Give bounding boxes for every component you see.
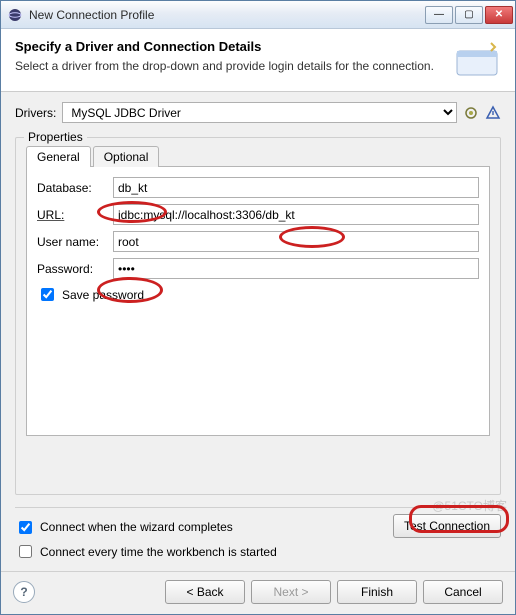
warning-icon[interactable] (485, 105, 501, 121)
titlebar: New Connection Profile — ▢ ✕ (1, 1, 515, 29)
page-subtitle: Select a driver from the drop-down and p… (15, 58, 445, 74)
database-input[interactable] (113, 177, 479, 198)
minimize-button[interactable]: — (425, 6, 453, 24)
password-input[interactable] (113, 258, 479, 279)
password-label: Password: (37, 262, 107, 276)
save-password-label: Save password (62, 288, 144, 302)
connect-on-start-checkbox[interactable] (19, 545, 32, 558)
close-button[interactable]: ✕ (485, 6, 513, 24)
connect-on-complete-checkbox[interactable] (19, 521, 32, 534)
url-input[interactable] (113, 204, 479, 225)
tab-panel-general: Database: URL: User name: Password: (26, 166, 490, 436)
next-button[interactable]: Next > (251, 580, 331, 604)
page-title: Specify a Driver and Connection Details (15, 39, 445, 54)
properties-legend: Properties (24, 130, 87, 144)
back-button[interactable]: < Back (165, 580, 245, 604)
save-password-checkbox[interactable] (41, 288, 54, 301)
eclipse-icon (7, 7, 23, 23)
window-title: New Connection Profile (29, 8, 425, 22)
help-button[interactable]: ? (13, 581, 35, 603)
finish-button[interactable]: Finish (337, 580, 417, 604)
connect-on-complete-label: Connect when the wizard completes (40, 520, 233, 534)
cancel-button[interactable]: Cancel (423, 580, 503, 604)
test-connection-button[interactable]: Test Connection (393, 514, 501, 538)
tab-optional[interactable]: Optional (93, 146, 160, 167)
username-input[interactable] (113, 231, 479, 252)
properties-group: Properties General Optional Database: UR… (15, 137, 501, 495)
database-label: Database: (37, 181, 107, 195)
wizard-header: Specify a Driver and Connection Details … (1, 29, 515, 92)
maximize-button[interactable]: ▢ (455, 6, 483, 24)
drivers-label: Drivers: (15, 106, 56, 120)
username-label: User name: (37, 235, 107, 249)
wizard-banner-icon (453, 39, 501, 79)
edit-driver-icon[interactable] (463, 105, 479, 121)
drivers-dropdown[interactable]: MySQL JDBC Driver (62, 102, 457, 123)
tab-general[interactable]: General (26, 146, 91, 167)
wizard-footer: ? < Back Next > Finish Cancel (1, 571, 515, 614)
connect-on-start-label: Connect every time the workbench is star… (40, 545, 277, 559)
url-label: URL: (37, 208, 107, 222)
